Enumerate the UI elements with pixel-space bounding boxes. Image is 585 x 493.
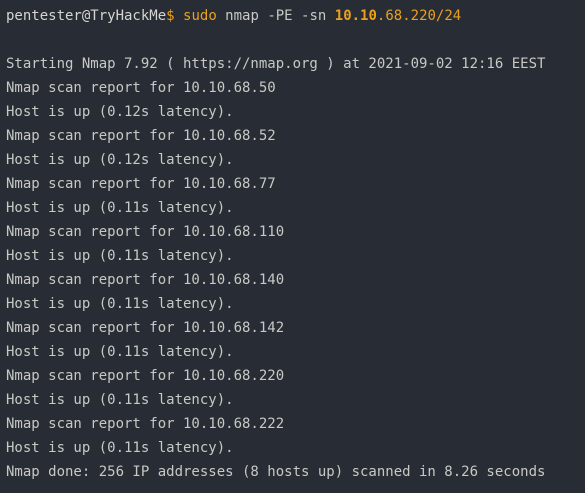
command-output: Starting Nmap 7.92 ( https://nmap.org ) … (6, 52, 585, 484)
output-line: Starting Nmap 7.92 ( https://nmap.org ) … (6, 56, 546, 72)
output-line: Host is up (0.11s latency). (6, 248, 234, 264)
output-line: Host is up (0.12s latency). (6, 104, 234, 120)
terminal-window[interactable]: pentester@TryHackMe$ sudo nmap -PE -sn 1… (0, 0, 585, 493)
output-line: Nmap scan report for 10.10.68.52 (6, 128, 276, 144)
output-line: Nmap done: 256 IP addresses (8 hosts up)… (6, 464, 546, 480)
output-line: Nmap scan report for 10.10.68.140 (6, 272, 285, 288)
command-line: pentester@TryHackMe$ sudo nmap -PE -sn 1… (6, 4, 585, 28)
output-line: Nmap scan report for 10.10.68.222 (6, 416, 285, 432)
command-target-rest: .68.220/24 (376, 8, 462, 24)
output-line: Host is up (0.11s latency). (6, 200, 234, 216)
output-line: Host is up (0.12s latency). (6, 152, 234, 168)
output-line: Host is up (0.11s latency). (6, 392, 234, 408)
output-line: Nmap scan report for 10.10.68.77 (6, 176, 276, 192)
output-line: Nmap scan report for 10.10.68.142 (6, 320, 285, 336)
output-line: Nmap scan report for 10.10.68.220 (6, 368, 285, 384)
command-sudo: sudo (183, 8, 217, 24)
command-args: nmap -PE -sn (216, 8, 335, 24)
output-line: Host is up (0.11s latency). (6, 344, 234, 360)
prompt-user-host: pentester@TryHackMe (6, 8, 167, 24)
output-line: Nmap scan report for 10.10.68.110 (6, 224, 285, 240)
command-target-bold: 10.10 (334, 8, 377, 24)
prompt-symbol: $ (166, 8, 175, 24)
output-line: Nmap scan report for 10.10.68.50 (6, 80, 276, 96)
output-line: Host is up (0.11s latency). (6, 440, 234, 456)
output-line: Host is up (0.11s latency). (6, 296, 234, 312)
